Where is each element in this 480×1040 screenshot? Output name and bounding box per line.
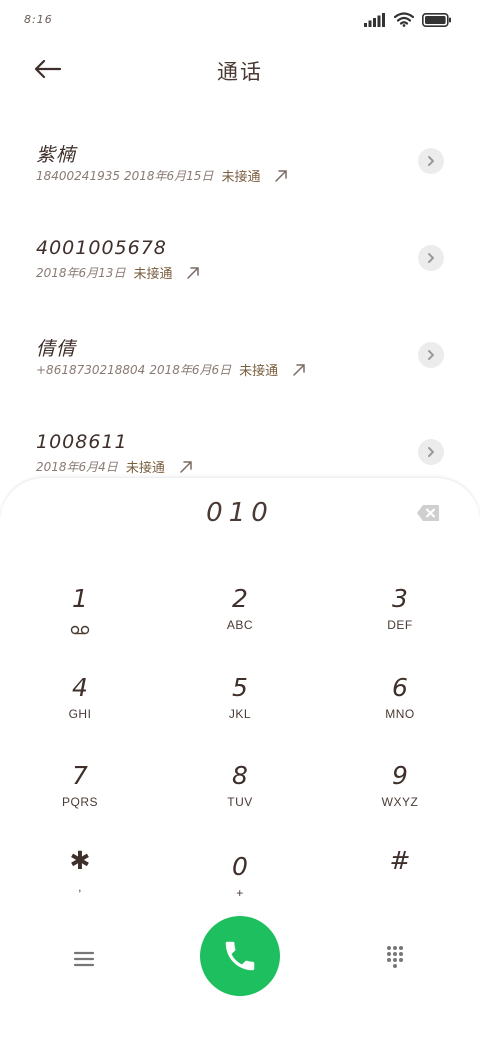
key-3[interactable]: 3 DEF: [340, 582, 460, 652]
outgoing-call-icon: [179, 460, 193, 474]
key-digit: 1: [72, 584, 88, 613]
call-log-item[interactable]: 紫楠 18400241935 2018年6月15日 未接通: [0, 112, 480, 209]
contact-name: 1008611: [36, 431, 128, 453]
key-digit: 4: [72, 673, 88, 702]
key-letters: TUV: [227, 795, 253, 809]
key-letters: PQRS: [61, 795, 98, 809]
contact-name: 紫楠: [36, 144, 77, 166]
outgoing-call-icon: [274, 169, 288, 183]
status-icons: [364, 12, 452, 27]
call-status: 未接通: [221, 170, 261, 185]
key-star[interactable]: ✱ ,: [20, 844, 140, 914]
key-letters: +: [236, 886, 244, 900]
key-digit: ✱: [69, 846, 91, 875]
chevron-right-icon: [428, 253, 434, 263]
key-letters: DEF: [387, 618, 413, 632]
key-letters: JKL: [228, 707, 252, 721]
call-date: 2018年6月13日: [36, 266, 126, 280]
call-date: 2018年6月4日: [36, 460, 118, 474]
call-details: +8618730218804 2018年6月6日 未接通: [36, 360, 306, 379]
key-hash[interactable]: #: [340, 844, 460, 914]
phone-number: 18400241935: [36, 168, 120, 183]
call-log-list: 紫楠 18400241935 2018年6月15日 未接通 4001005678…: [0, 112, 480, 500]
key-digit: 8: [232, 761, 248, 790]
call-detail-button[interactable]: [418, 148, 444, 174]
key-2[interactable]: 2 ABC: [180, 582, 300, 652]
phone-number: +8618730218804: [36, 362, 146, 377]
dialed-number-display[interactable]: 010: [0, 498, 480, 528]
key-0[interactable]: 0 +: [180, 850, 300, 920]
call-detail-button[interactable]: [418, 245, 444, 271]
header: 通话: [0, 48, 480, 92]
key-letters: ABC: [226, 618, 254, 632]
dialer-panel: 010 1 2 ABC 3 DEF 4 GHI 5 JKL 6 MNO 7 PQ…: [0, 478, 480, 1040]
call-log-item[interactable]: 4001005678 2018年6月13日 未接通: [0, 209, 480, 306]
menu-button[interactable]: [66, 944, 102, 974]
dialpad-icon: [387, 946, 403, 968]
chevron-right-icon: [428, 350, 434, 360]
key-9[interactable]: 9 WXYZ: [340, 759, 460, 829]
signal-icon: [364, 12, 385, 27]
backspace-icon: [417, 505, 439, 521]
chevron-right-icon: [428, 447, 434, 457]
key-digit: 2: [232, 584, 248, 613]
key-digit: 7: [72, 761, 88, 790]
call-status: 未接通: [125, 461, 165, 476]
call-detail-button[interactable]: [418, 439, 444, 465]
voicemail-icon: [70, 620, 90, 639]
key-digit: #: [389, 846, 411, 875]
key-digit: 0: [232, 852, 248, 881]
key-7[interactable]: 7 PQRS: [20, 759, 140, 829]
dialer-actions: [0, 916, 480, 996]
call-details: 2018年6月13日 未接通: [36, 263, 200, 282]
key-letters: WXYZ: [381, 795, 419, 809]
key-digit: 5: [232, 673, 248, 702]
status-bar: 8:16: [0, 0, 480, 40]
key-digit: 9: [392, 761, 408, 790]
call-details: 2018年6月4日 未接通: [36, 457, 193, 476]
contact-name: 4001005678: [36, 237, 167, 259]
menu-icon: [73, 951, 95, 967]
call-status: 未接通: [239, 364, 279, 379]
chevron-right-icon: [428, 156, 434, 166]
call-date: 2018年6月15日: [123, 169, 214, 183]
key-6[interactable]: 6 MNO: [340, 671, 460, 741]
outgoing-call-icon: [186, 266, 200, 280]
call-status: 未接通: [133, 267, 173, 282]
phone-icon: [225, 941, 255, 971]
call-log-item[interactable]: 倩倩 +8618730218804 2018年6月6日 未接通: [0, 306, 480, 403]
call-detail-button[interactable]: [418, 342, 444, 368]
wifi-icon: [394, 12, 414, 27]
key-letters: MNO: [385, 707, 415, 721]
battery-icon: [422, 12, 451, 27]
backspace-button[interactable]: [416, 504, 440, 524]
page-title: 通话: [217, 60, 263, 84]
call-details: 18400241935 2018年6月15日 未接通: [36, 166, 288, 185]
contact-name: 倩倩: [36, 338, 77, 360]
key-letters: ,: [78, 880, 82, 894]
key-5[interactable]: 5 JKL: [180, 671, 300, 741]
key-digit: 6: [392, 673, 408, 702]
key-8[interactable]: 8 TUV: [180, 759, 300, 829]
status-time: 8:16: [24, 13, 53, 26]
call-date: 2018年6月6日: [149, 363, 232, 377]
key-letters: GHI: [68, 707, 92, 721]
key-1[interactable]: 1: [20, 582, 140, 652]
call-button[interactable]: [200, 916, 280, 996]
outgoing-call-icon: [292, 363, 306, 377]
key-4[interactable]: 4 GHI: [20, 671, 140, 741]
dialpad-toggle-button[interactable]: [380, 942, 410, 972]
key-digit: 3: [392, 584, 408, 613]
